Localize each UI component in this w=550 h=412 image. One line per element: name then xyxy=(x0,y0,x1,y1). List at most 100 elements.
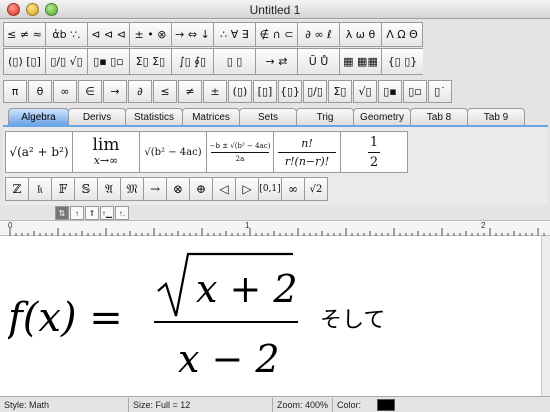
palette-matrices-button[interactable]: ▦ ▦▦ xyxy=(339,48,381,75)
palette-bars-button[interactable]: ▯ ▯ xyxy=(213,48,255,75)
small-parens-button[interactable]: (▯) xyxy=(228,80,252,103)
small-pi-button[interactable]: π xyxy=(3,80,27,103)
ruler-ticks xyxy=(9,228,545,236)
palette-labeled-arrows-button[interactable]: → ⇄ xyxy=(255,48,297,75)
palette-embellishments-button[interactable]: ⊲ ⊲ ⊲ xyxy=(87,22,129,47)
left-triangle-symbol-button[interactable]: ◁ xyxy=(212,177,236,201)
tab-statistics[interactable]: Statistics xyxy=(125,108,183,126)
small-element-button[interactable]: ∈ xyxy=(78,80,102,103)
palette-sets-button[interactable]: ∉ ∩ ⊂ xyxy=(255,22,297,47)
limit-template[interactable]: lim x→∞ xyxy=(72,131,140,173)
infinity-symbol-button[interactable]: ∞ xyxy=(281,177,305,201)
status-style: Style: Math xyxy=(4,400,50,410)
palette-greek-lower-button[interactable]: λ ω θ xyxy=(339,22,381,47)
small-dot-button[interactable]: ▯˙ xyxy=(428,80,452,103)
style-button-2[interactable]: ↑ xyxy=(70,206,84,220)
palette-misc-button[interactable]: ∂ ∞ ℓ xyxy=(297,22,339,47)
palette-sums-button[interactable]: Σ▯ Σ▯ xyxy=(129,48,171,75)
small-bar-row: π θ ∞ ∈ → ∂ ≤ ≠ ± (▯) [▯] {▯} ▯/▯ Σ▯ √▯ … xyxy=(3,80,453,103)
palette-relations-button[interactable]: ≤ ≠ ≈ xyxy=(3,22,45,47)
quadratic-formula-template[interactable]: −b ± √(b² − 4ac) 2a xyxy=(206,131,274,173)
integers-symbol-button[interactable]: ℤ xyxy=(5,177,29,201)
tensor-symbol-button[interactable]: ⊗ xyxy=(166,177,190,201)
window-title: Untitled 1 xyxy=(249,3,301,17)
small-sum-button[interactable]: Σ▯ xyxy=(328,80,352,103)
field-symbol-button[interactable]: 𝔽 xyxy=(51,177,75,201)
symbol-palette-row-1: ≤ ≠ ≈ ἀb ∵. ⊲ ⊲ ⊲ ± • ⊗ → ⇔ ↓ ∴ ∀ ∃ ∉ ∩ … xyxy=(3,22,423,47)
binomial-template[interactable]: n! r!(n−r)! xyxy=(273,131,341,173)
small-subscript-button[interactable]: ▯▫ xyxy=(403,80,427,103)
sqrt-sum-squares-template[interactable]: √(a² + b²) xyxy=(5,131,73,173)
small-brackets-button[interactable]: [▯] xyxy=(253,80,277,103)
tab-matrices[interactable]: Matrices xyxy=(182,108,240,126)
palette-logic-button[interactable]: ∴ ∀ ∃ xyxy=(213,22,255,47)
small-sqrt-button[interactable]: √▯ xyxy=(353,80,377,103)
sqrt-discriminant-template[interactable]: √(b² − 4ac) xyxy=(139,131,207,173)
small-plusminus-button[interactable]: ± xyxy=(203,80,227,103)
palette-braces-button[interactable]: {▯ ▯} xyxy=(381,48,423,75)
palette-spaces-button[interactable]: ἀb ∵. xyxy=(45,22,87,47)
status-zoom: Zoom: 400% xyxy=(277,400,329,410)
limit-word: lim xyxy=(92,135,120,155)
small-superscript-button[interactable]: ▯▪ xyxy=(378,80,402,103)
palette-operators-button[interactable]: ± • ⊗ xyxy=(129,22,171,47)
palette-fractions-button[interactable]: ▯/▯ √▯ xyxy=(45,48,87,75)
fraktur-a-symbol-button[interactable]: 𝔄 xyxy=(97,177,121,201)
script-s-symbol-button[interactable]: 𝕊 xyxy=(74,177,98,201)
tab-derivs[interactable]: Derivs xyxy=(68,108,126,126)
trailing-japanese-text: そして xyxy=(320,308,386,333)
small-partial-button[interactable]: ∂ xyxy=(128,80,152,103)
unit-interval-symbol-button[interactable]: [0,1] xyxy=(258,177,282,201)
palette-integrals-button[interactable]: ∫▯ ∮▯ xyxy=(171,48,213,75)
app-window: Untitled 1 ≤ ≠ ≈ ἀb ∵. ⊲ ⊲ ⊲ ± • ⊗ → ⇔ ↓… xyxy=(0,0,550,412)
style-button-5[interactable]: ↑. xyxy=(115,206,129,220)
half-fraction-bar xyxy=(368,151,380,153)
small-theta-button[interactable]: θ xyxy=(28,80,52,103)
fraktur-k-symbol-button[interactable]: 𝔨 xyxy=(28,177,52,201)
status-divider xyxy=(272,398,273,412)
equation-lhs: f(x) = xyxy=(8,295,123,341)
small-neq-button[interactable]: ≠ xyxy=(178,80,202,103)
title-bar: Untitled 1 xyxy=(0,0,550,19)
maps-to-symbol-button[interactable]: → xyxy=(143,177,167,201)
tab-geometry[interactable]: Geometry xyxy=(353,108,411,126)
status-size: Size: Full = 12 xyxy=(133,400,191,410)
fraktur-m-symbol-button[interactable]: 𝔐 xyxy=(120,177,144,201)
template-palette-row-2: (▯) [▯] ▯/▯ √▯ ▯▪ ▯▫ Σ▯ Σ▯ ∫▯ ∮▯ ▯ ▯ → ⇄… xyxy=(3,48,423,75)
style-button-3[interactable]: ⇑ xyxy=(85,206,99,220)
ruler-mark-1: 1 xyxy=(245,221,250,230)
right-triangle-symbol-button[interactable]: ▷ xyxy=(235,177,259,201)
small-arrow-button[interactable]: → xyxy=(103,80,127,103)
tab-8[interactable]: Tab 8 xyxy=(410,108,468,126)
small-infinity-button[interactable]: ∞ xyxy=(53,80,77,103)
direct-sum-symbol-button[interactable]: ⊕ xyxy=(189,177,213,201)
one-half-template[interactable]: 1 2 xyxy=(340,131,408,173)
half-denominator: 2 xyxy=(369,154,379,170)
palette-products-button[interactable]: Ū Ů xyxy=(297,48,339,75)
small-braces-button[interactable]: {▯} xyxy=(278,80,302,103)
sqrt-two-symbol-button[interactable]: √2 xyxy=(304,177,328,201)
tab-9[interactable]: Tab 9 xyxy=(467,108,525,126)
palette-greek-upper-button[interactable]: Λ Ω Θ xyxy=(381,22,423,47)
vertical-scrollbar[interactable] xyxy=(541,236,550,396)
equation-numerator: x + 2 xyxy=(196,267,298,311)
status-color-label: Color: xyxy=(337,400,362,410)
status-divider xyxy=(332,398,333,412)
tab-sets[interactable]: Sets xyxy=(239,108,297,126)
color-swatch[interactable] xyxy=(377,399,395,411)
ruler[interactable]: 0 1 2 xyxy=(0,220,550,236)
palette-scripts-button[interactable]: ▯▪ ▯▫ xyxy=(87,48,129,75)
small-leq-button[interactable]: ≤ xyxy=(153,80,177,103)
style-button-4[interactable]: ↑▁ xyxy=(100,206,114,220)
small-fraction-button[interactable]: ▯/▯ xyxy=(303,80,327,103)
palette-fences-button[interactable]: (▯) [▯] xyxy=(3,48,45,75)
symbol-row: ℤ 𝔨 𝔽 𝕊 𝔄 𝔐 → ⊗ ⊕ ◁ ▷ [0,1] ∞ √2 xyxy=(5,177,328,201)
tab-algebra[interactable]: Algebra xyxy=(8,108,69,126)
size-style-toolbar: ⇅ ↑ ⇑ ↑▁ ↑. xyxy=(55,206,130,220)
equation-denominator: x − 2 xyxy=(178,337,280,381)
ruler-mark-2: 2 xyxy=(481,221,486,230)
equation-document[interactable]: f(x) = x + 2 x − 2 そして xyxy=(0,236,541,396)
palette-arrows-button[interactable]: → ⇔ ↓ xyxy=(171,22,213,47)
tab-trig[interactable]: Trig xyxy=(296,108,354,126)
style-button-1[interactable]: ⇅ xyxy=(55,206,69,220)
